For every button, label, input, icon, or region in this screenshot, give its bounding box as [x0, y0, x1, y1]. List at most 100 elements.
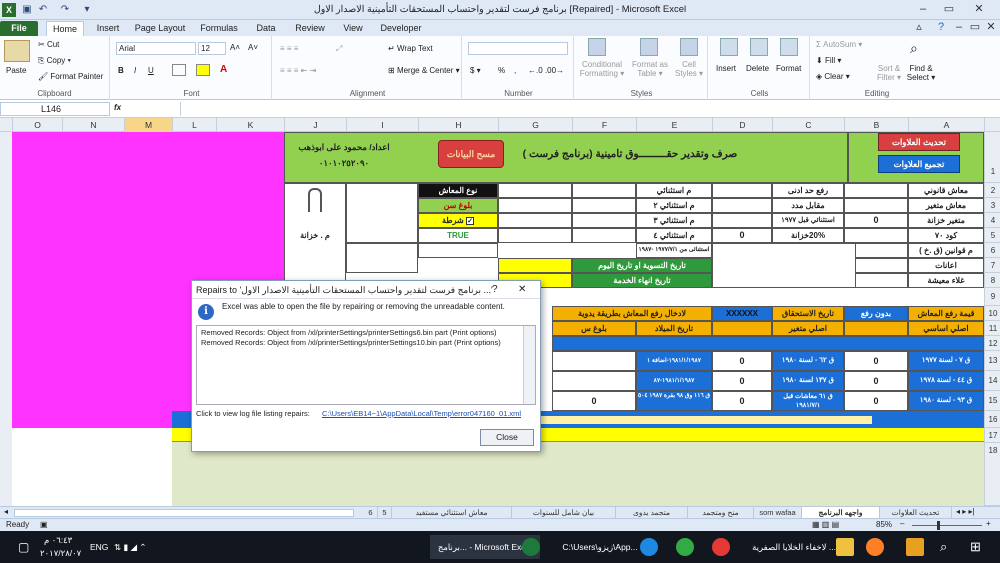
- row-header[interactable]: 5: [985, 228, 1000, 243]
- details-scrollbar[interactable]: [523, 326, 535, 404]
- input-h6[interactable]: [418, 243, 498, 258]
- column-header-g[interactable]: G: [498, 118, 572, 132]
- file-explorer-icon[interactable]: [906, 538, 924, 556]
- close-dialog-button[interactable]: Close: [480, 429, 534, 446]
- input-f3[interactable]: [572, 198, 636, 213]
- insert-function-button[interactable]: fx: [114, 103, 121, 112]
- input-b2[interactable]: [844, 183, 908, 198]
- row-header[interactable]: 14: [985, 371, 1000, 391]
- comma-button[interactable]: ,: [514, 66, 516, 75]
- tab-formulas[interactable]: Formulas: [196, 21, 242, 36]
- search-icon[interactable]: ⌕: [940, 535, 947, 559]
- zoom-out-button[interactable]: –: [900, 519, 904, 528]
- minimize-button[interactable]: –: [914, 3, 932, 17]
- tray-icons-icon[interactable]: ⇅ ▮ ◢ ⌃: [114, 535, 147, 559]
- horizontal-scroll-left-icon[interactable]: ◂: [4, 507, 8, 516]
- input-f5[interactable]: [572, 228, 636, 243]
- checkbox-icon[interactable]: ✓: [466, 216, 474, 225]
- tab-view[interactable]: View: [336, 21, 370, 36]
- start-windows-icon[interactable]: ⊞: [970, 535, 981, 559]
- input-g5[interactable]: [498, 228, 572, 243]
- column-header-d[interactable]: D: [712, 118, 772, 132]
- column-header-e[interactable]: E: [636, 118, 712, 132]
- select-all-corner[interactable]: [984, 118, 1000, 132]
- zoom-level[interactable]: 85%: [876, 520, 892, 529]
- input-settlement-date[interactable]: [498, 258, 572, 273]
- clock-date[interactable]: ٢٠١٧/٢٨/٠٧: [40, 546, 81, 560]
- view-buttons-icon[interactable]: ▦ ▥ ▤: [812, 520, 839, 529]
- underline-button[interactable]: U: [148, 66, 154, 75]
- value-b15[interactable]: 0: [844, 391, 908, 411]
- row-header[interactable]: 12: [985, 336, 1000, 351]
- row-header[interactable]: 7: [985, 258, 1000, 273]
- value-d14[interactable]: 0: [712, 371, 772, 391]
- clear-button[interactable]: ◈ Clear ▾: [816, 72, 850, 81]
- name-box[interactable]: L146: [0, 102, 110, 116]
- tab-file[interactable]: File: [0, 21, 38, 36]
- input-d3[interactable]: [712, 198, 772, 213]
- ie-app-icon[interactable]: [640, 538, 658, 556]
- zoom-in-button[interactable]: +: [986, 519, 991, 528]
- row-header[interactable]: 3: [985, 198, 1000, 213]
- column-header-i[interactable]: I: [346, 118, 418, 132]
- bold-button[interactable]: B: [118, 66, 124, 75]
- row-header[interactable]: 2: [985, 183, 1000, 198]
- row-header[interactable]: 11: [985, 321, 1000, 336]
- delete-cells-button[interactable]: Delete: [746, 64, 769, 73]
- input-b3[interactable]: [844, 198, 908, 213]
- zoom-slider-thumb[interactable]: [937, 521, 940, 530]
- tab-developer[interactable]: Developer: [376, 21, 426, 36]
- formula-input[interactable]: [180, 102, 998, 116]
- font-name-select[interactable]: Arial: [116, 42, 196, 55]
- update-raises-button[interactable]: تحديث العلاوات: [878, 133, 960, 151]
- cell-f14[interactable]: [552, 371, 636, 391]
- fill-color-icon[interactable]: [196, 64, 210, 76]
- action-center-icon[interactable]: ▢: [18, 535, 29, 559]
- input-f2[interactable]: [572, 183, 636, 198]
- italic-button[interactable]: I: [134, 66, 136, 75]
- column-header-j[interactable]: J: [284, 118, 346, 132]
- row-header[interactable]: 17: [985, 428, 1000, 443]
- row-header[interactable]: 18: [985, 443, 1000, 506]
- cell-styles-button[interactable]: Cell Styles ▾: [672, 60, 706, 78]
- excel-app-icon[interactable]: [522, 538, 540, 556]
- align-left-icon[interactable]: ≡ ≡ ≡ ⇤ ⇥: [280, 66, 316, 75]
- input-f4[interactable]: [572, 213, 636, 228]
- column-header-f[interactable]: F: [572, 118, 636, 132]
- format-painter-button[interactable]: 🖌 Format Painter: [38, 72, 103, 81]
- tab-page-layout[interactable]: Page Layout: [132, 21, 188, 36]
- column-header-a[interactable]: A: [908, 118, 984, 132]
- merge-center-button[interactable]: ⊞ Merge & Center ▾: [388, 66, 460, 75]
- taskbar-document[interactable]: لاخفاء الخلايا الصفرية ...: [744, 535, 844, 559]
- value-b14[interactable]: 0: [844, 371, 908, 391]
- dialog-help-button[interactable]: ?: [492, 284, 498, 295]
- column-header-l[interactable]: L: [172, 118, 216, 132]
- value-f15[interactable]: 0: [552, 391, 636, 411]
- input-g3[interactable]: [498, 198, 572, 213]
- workbook-close-button[interactable]: ✕: [982, 21, 1000, 35]
- fill-button[interactable]: ⬇ Fill ▾: [816, 56, 841, 65]
- wrap-text-button[interactable]: ↵ Wrap Text: [388, 44, 433, 53]
- tab-insert[interactable]: Insert: [90, 21, 126, 36]
- format-cells-button[interactable]: Format: [776, 64, 801, 73]
- ribbon-minimize-icon[interactable]: ▵: [910, 21, 928, 35]
- cell-f13[interactable]: [552, 351, 636, 371]
- insert-cells-button[interactable]: Insert: [716, 64, 736, 73]
- horizontal-scrollbar[interactable]: [14, 509, 354, 517]
- input-g2[interactable]: [498, 183, 572, 198]
- macro-record-icon[interactable]: ▣: [40, 520, 48, 529]
- tab-review[interactable]: Review: [290, 21, 330, 36]
- input-g4[interactable]: [498, 213, 572, 228]
- value-b13[interactable]: 0: [844, 351, 908, 371]
- format-as-table-button[interactable]: Format as Table ▾: [630, 60, 670, 78]
- input-d2[interactable]: [712, 183, 772, 198]
- borders-icon[interactable]: [172, 64, 186, 76]
- row-header[interactable]: 13: [985, 351, 1000, 371]
- value-d13[interactable]: 0: [712, 351, 772, 371]
- conditional-formatting-button[interactable]: Conditional Formatting ▾: [578, 60, 626, 78]
- repair-details-box[interactable]: Removed Records: Object from /xl/printer…: [196, 325, 536, 405]
- column-header-n[interactable]: N: [62, 118, 124, 132]
- group-raises-button[interactable]: تجميع العلاوات: [878, 155, 960, 173]
- zoom-slider[interactable]: [912, 525, 982, 526]
- font-size-select[interactable]: 12: [198, 42, 226, 55]
